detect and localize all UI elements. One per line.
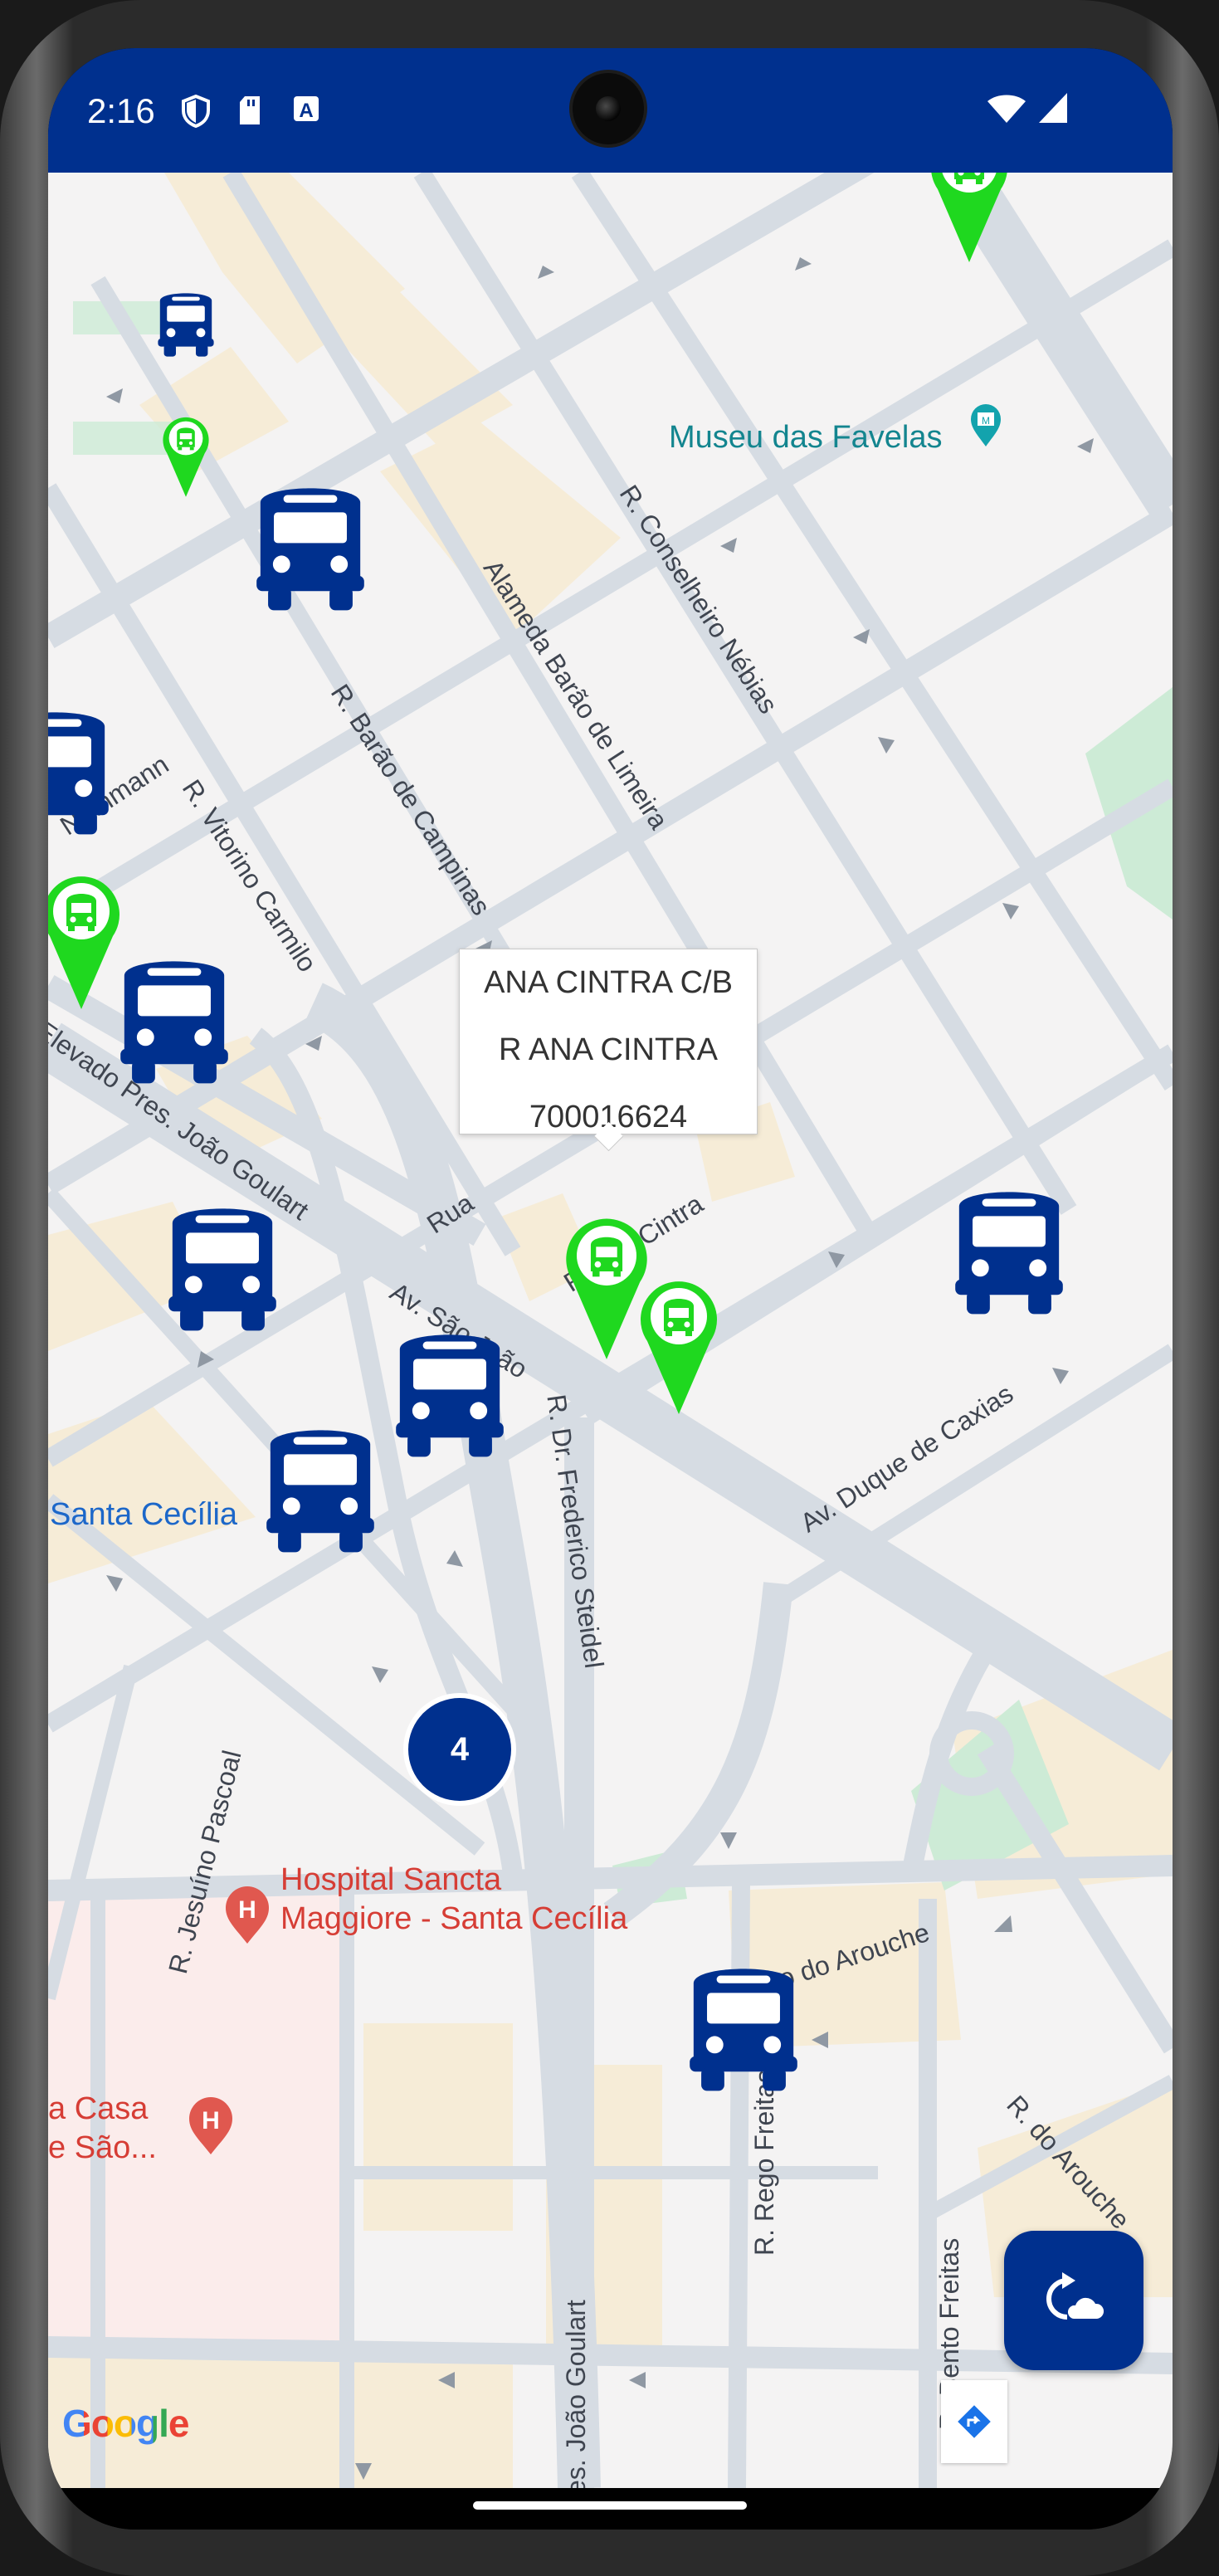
bus-icon[interactable] — [156, 289, 216, 359]
bus-icon[interactable] — [392, 1326, 508, 1461]
bus-stop-pin-icon[interactable] — [637, 1275, 720, 1416]
casa-name-line: a Casa — [48, 2091, 149, 2126]
poi-hospital-label[interactable]: Hospital Sancta Maggiore - Santa Cecília — [280, 1861, 627, 1939]
phone-frame: 2:16 A R. Conselheiro Nébias Alameda Bar… — [0, 0, 1219, 2576]
street-label: Pres. João Goulart — [561, 2300, 591, 2488]
wifi-icon — [987, 95, 1026, 123]
bus-stop-pin-icon[interactable] — [161, 413, 211, 498]
poi-casa-label[interactable]: a Casa e São... — [48, 2090, 157, 2168]
poi-metro-label[interactable]: Santa Cecília — [50, 1497, 237, 1533]
bus-icon[interactable] — [48, 704, 113, 838]
front-camera — [573, 73, 644, 144]
casa-name-line: e São... — [48, 2130, 157, 2165]
hospital-name-line: Hospital Sancta — [280, 1862, 502, 1897]
hospital-name-line: Maggiore - Santa Cecília — [280, 1901, 628, 1936]
bus-icon[interactable] — [951, 1183, 1067, 1318]
hospital-icon[interactable]: H — [188, 2096, 234, 2156]
svg-text:M: M — [982, 415, 990, 427]
info-line-code: 700016624 — [529, 1100, 688, 1134]
directions-button[interactable] — [941, 2380, 1007, 2463]
bus-icon[interactable] — [116, 953, 232, 1087]
museum-icon[interactable]: M — [969, 403, 1002, 448]
bus-icon[interactable] — [262, 1422, 378, 1556]
bus-icon[interactable] — [685, 1960, 802, 2095]
text-a-icon: A — [294, 96, 319, 122]
street-label: R. Rego Freitas — [749, 2069, 779, 2256]
stop-info-window[interactable]: ANA CINTRA C/B R ANA CINTRA 700016624 — [459, 949, 758, 1134]
bus-icon[interactable] — [252, 480, 368, 614]
svg-text:H: H — [202, 2107, 220, 2134]
phone-screen: 2:16 A R. Conselheiro Nébias Alameda Bar… — [48, 48, 1173, 2530]
bus-icon[interactable] — [164, 1200, 280, 1334]
google-logo: Google — [62, 2401, 189, 2446]
refresh-cloud-icon — [1046, 2272, 1104, 2320]
bus-cluster-marker[interactable]: 4 — [408, 1698, 511, 1801]
directions-icon — [958, 2405, 991, 2438]
shield-icon — [182, 95, 210, 128]
map-view[interactable]: R. Conselheiro Nébias Alameda Barão de L… — [48, 173, 1173, 2488]
google-logo-text: Google — [62, 2402, 189, 2445]
status-time: 2:16 — [87, 91, 155, 130]
refresh-location-button[interactable] — [1004, 2231, 1143, 2370]
info-line-name: ANA CINTRA C/B — [484, 965, 733, 1000]
home-gesture-pill[interactable] — [473, 2501, 747, 2510]
bus-stop-pin-icon[interactable] — [48, 870, 123, 1011]
info-line-street: R ANA CINTRA — [499, 1032, 718, 1067]
hospital-icon[interactable]: H — [224, 1886, 271, 1945]
svg-text:A: A — [299, 100, 313, 122]
poi-museum-label[interactable]: Museu das Favelas — [669, 420, 943, 456]
svg-text:H: H — [238, 1896, 256, 1924]
signal-icon — [1039, 93, 1067, 123]
sd-card-icon — [240, 96, 260, 124]
bus-stop-pin-icon[interactable] — [928, 173, 1011, 264]
